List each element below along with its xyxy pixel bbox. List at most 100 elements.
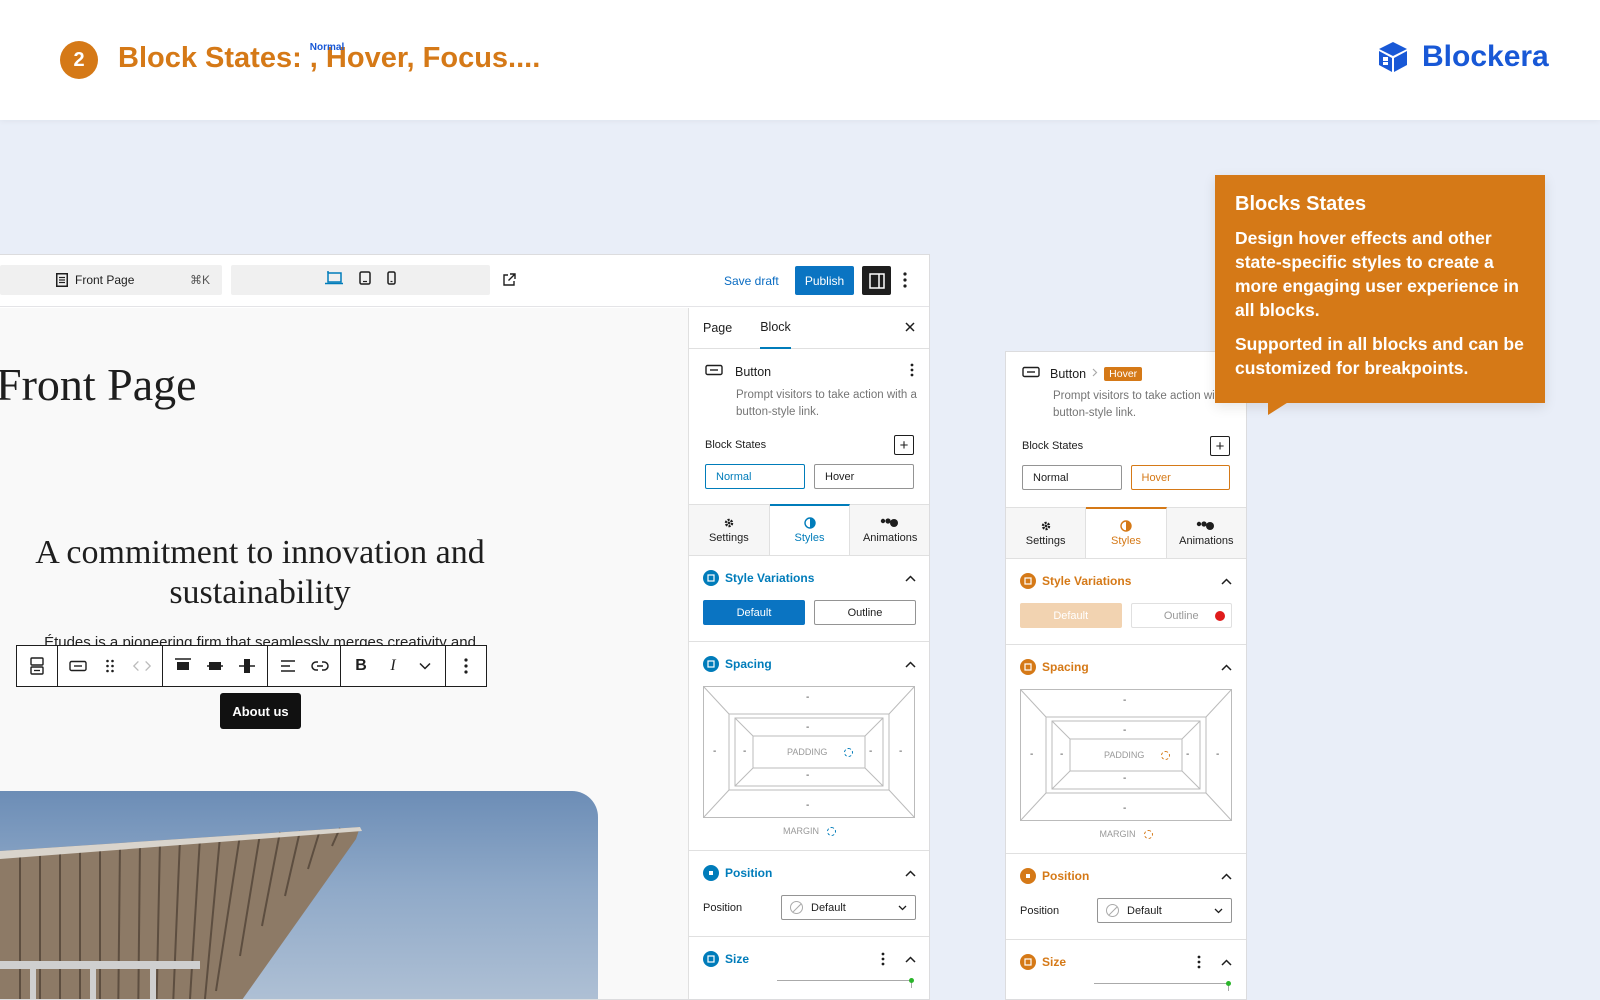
size-more-icon[interactable] [1197, 955, 1201, 969]
options-menu-icon[interactable] [903, 272, 907, 288]
padding-left-value[interactable]: - [743, 746, 746, 757]
size-section: Size [1006, 940, 1246, 991]
about-us-button[interactable]: About us [220, 693, 301, 729]
align-text-icon[interactable] [278, 656, 298, 676]
chevron-down-icon[interactable] [415, 656, 435, 676]
tab-block[interactable]: Block [760, 308, 791, 349]
mobile-preview-icon[interactable] [387, 270, 396, 290]
settings-sidebar-toggle[interactable] [862, 266, 891, 295]
style-variations-title[interactable]: Style Variations [1042, 574, 1131, 588]
select-parent-icon[interactable] [27, 656, 47, 676]
chevron-up-icon[interactable] [905, 574, 916, 582]
more-options-icon[interactable] [456, 656, 476, 676]
tab-settings[interactable]: Settings [689, 505, 770, 555]
margin-bottom-value[interactable]: - [1123, 803, 1126, 814]
margin-right-value[interactable]: - [1216, 749, 1219, 760]
command-palette-button[interactable]: Front Page ⌘K [0, 265, 222, 295]
size-more-icon[interactable] [881, 952, 885, 966]
margin-right-value[interactable]: - [899, 746, 902, 757]
spacing-title[interactable]: Spacing [1042, 660, 1089, 674]
toolbar-format-group: B I [341, 645, 446, 687]
state-hover-button[interactable]: Hover [1130, 465, 1230, 490]
brand-logo: Blockera [1376, 40, 1549, 74]
chevron-up-icon[interactable] [905, 869, 916, 877]
external-link-icon[interactable] [502, 273, 516, 287]
chevron-up-icon[interactable] [1221, 872, 1232, 880]
variation-default-button[interactable]: Default [1020, 603, 1122, 628]
justify-center-icon[interactable] [205, 656, 225, 676]
size-title[interactable]: Size [1042, 955, 1066, 969]
link-icon[interactable] [310, 656, 330, 676]
state-hover-button[interactable]: Hover [814, 464, 914, 489]
blockera-cube-icon [1379, 42, 1407, 72]
padding-left-value[interactable]: - [1060, 749, 1063, 760]
add-state-button[interactable]: + [1210, 436, 1230, 456]
chevron-up-icon[interactable] [1221, 663, 1232, 671]
building-illustration [0, 827, 362, 999]
margin-lock-icon[interactable] [827, 826, 836, 836]
state-normal-button[interactable]: Normal [1022, 465, 1122, 490]
save-draft-button[interactable]: Save draft [724, 274, 779, 288]
bold-button[interactable]: B [351, 656, 371, 676]
close-icon[interactable] [904, 321, 916, 333]
padding-top-value[interactable]: - [1123, 725, 1126, 736]
move-arrows-icon[interactable] [132, 656, 152, 676]
editor-window: Front Page ⌘K Save draft Publish Front P… [0, 254, 930, 1000]
margin-left-value[interactable]: - [713, 746, 716, 757]
animation-icon [1197, 520, 1215, 530]
justify-left-icon[interactable] [173, 656, 193, 676]
variation-outline-button[interactable]: Outline [1130, 603, 1232, 628]
position-select[interactable]: Default [781, 895, 916, 920]
tab-animations[interactable]: Animations [850, 505, 929, 555]
margin-top-value[interactable]: - [806, 692, 809, 703]
position-title[interactable]: Position [1042, 869, 1089, 883]
alert-icon [1215, 611, 1225, 621]
size-icon [1020, 954, 1036, 970]
italic-button[interactable]: I [383, 656, 403, 676]
spacing-title[interactable]: Spacing [725, 657, 772, 671]
tab-styles[interactable]: Styles [1086, 507, 1167, 558]
padding-right-value[interactable]: - [869, 746, 872, 757]
page-title[interactable]: Front Page [0, 358, 197, 411]
block-states-label: Block States [705, 439, 767, 451]
publish-button[interactable]: Publish [795, 266, 854, 295]
padding-bottom-value[interactable]: - [806, 770, 809, 781]
variation-outline-button[interactable]: Outline [814, 600, 916, 625]
desktop-preview-icon[interactable] [325, 270, 343, 290]
chevron-up-icon[interactable] [1221, 577, 1232, 585]
padding-bottom-value[interactable]: - [1123, 773, 1126, 784]
spacing-section: Spacing - - - - - - - - PADDING MARGIN [689, 642, 929, 851]
size-input-edge[interactable] [777, 978, 914, 988]
tab-styles[interactable]: Styles [769, 504, 851, 555]
padding-lock-icon[interactable] [1161, 751, 1170, 760]
tab-settings[interactable]: Settings [1006, 508, 1087, 558]
padding-top-value[interactable]: - [806, 722, 809, 733]
button-block-icon[interactable] [68, 656, 88, 676]
size-title[interactable]: Size [725, 952, 749, 966]
block-more-icon[interactable] [910, 363, 914, 380]
state-normal-button[interactable]: Normal [705, 464, 805, 489]
spacing-icon [1020, 659, 1036, 675]
tagline-heading[interactable]: A commitment to innovation and sustainab… [0, 533, 520, 613]
position-title[interactable]: Position [725, 866, 772, 880]
margin-top-value[interactable]: - [1123, 695, 1126, 706]
margin-left-value[interactable]: - [1030, 749, 1033, 760]
chevron-up-icon[interactable] [905, 955, 916, 963]
add-state-button[interactable]: + [894, 435, 914, 455]
tab-animations[interactable]: Animations [1166, 508, 1246, 558]
chevron-up-icon[interactable] [1221, 958, 1232, 966]
drag-handle-icon[interactable] [100, 656, 120, 676]
margin-lock-icon[interactable] [1143, 829, 1153, 839]
position-select[interactable]: Default [1097, 898, 1232, 923]
chevron-up-icon[interactable] [905, 660, 916, 668]
size-input-edge[interactable] [1094, 981, 1231, 991]
tablet-preview-icon[interactable] [359, 270, 371, 290]
justify-stretch-icon[interactable] [237, 656, 257, 676]
padding-right-value[interactable]: - [1186, 749, 1189, 760]
style-variations-title[interactable]: Style Variations [725, 571, 814, 585]
tab-page[interactable]: Page [703, 308, 732, 349]
margin-bottom-value[interactable]: - [806, 800, 809, 811]
variation-default-button[interactable]: Default [703, 600, 805, 625]
padding-lock-icon[interactable] [844, 748, 853, 757]
position-value: Default [811, 901, 846, 914]
